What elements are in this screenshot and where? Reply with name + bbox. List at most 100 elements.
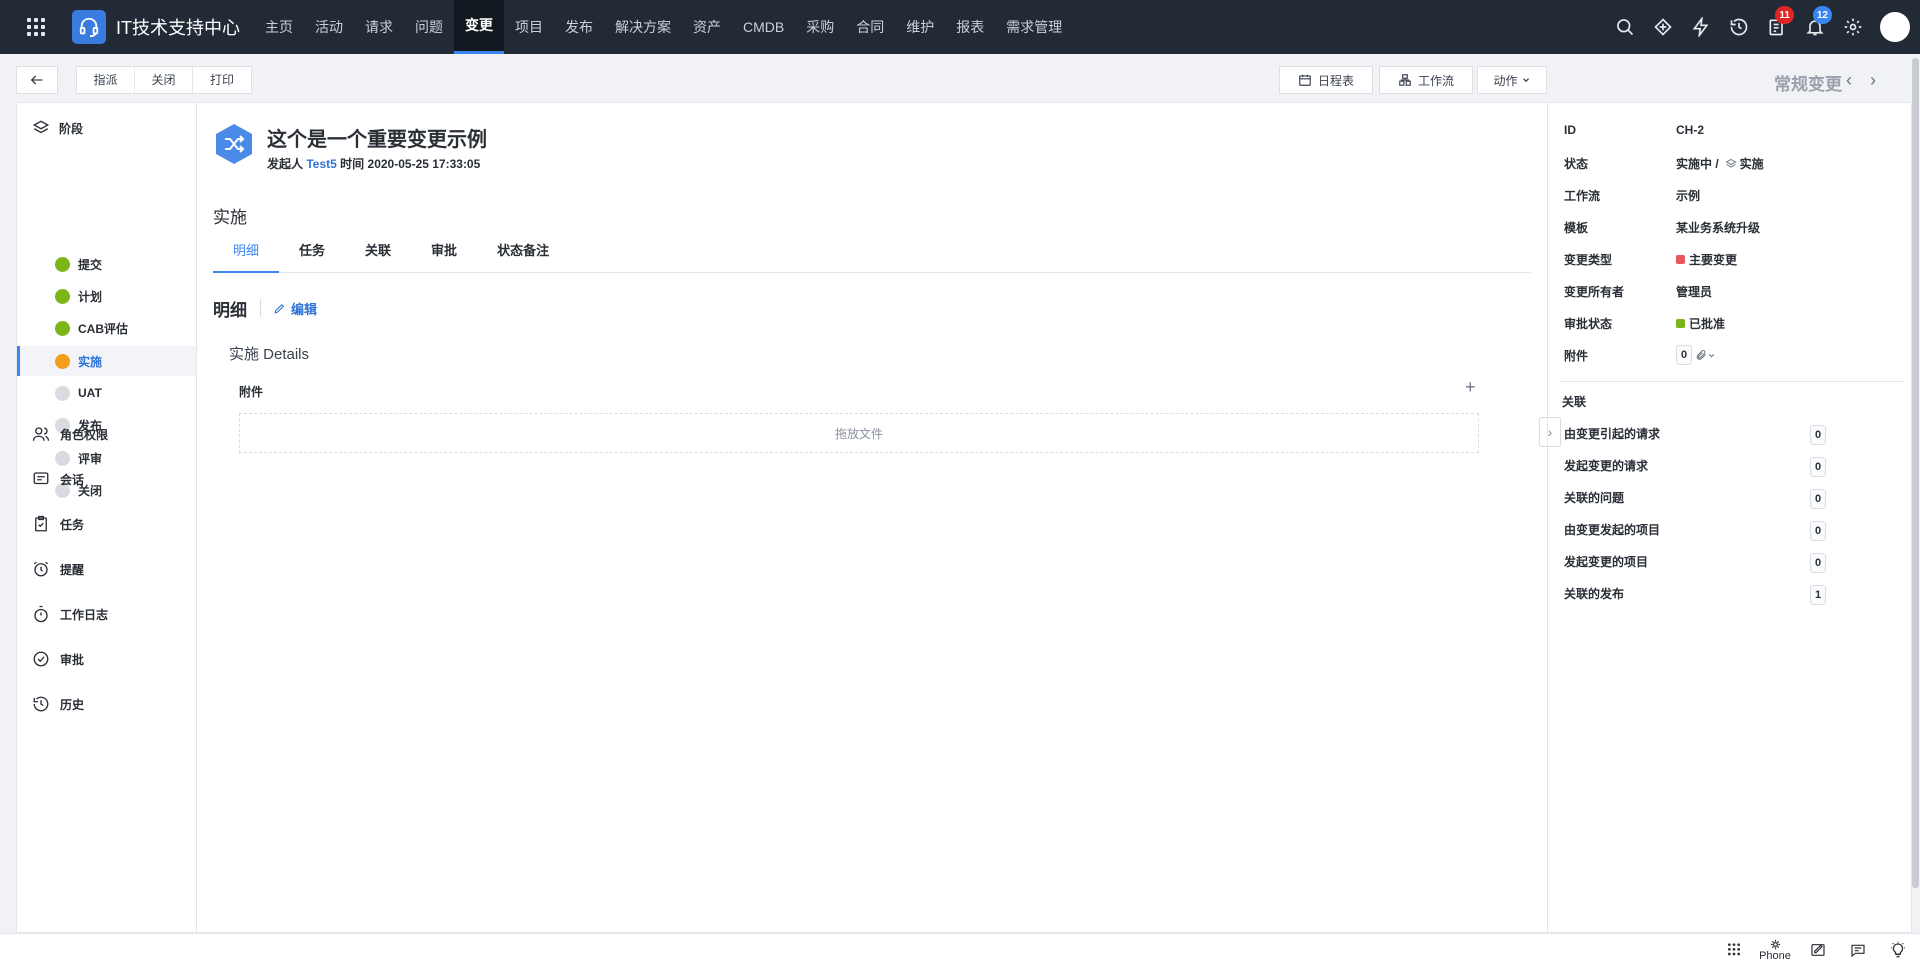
side-item-worklog[interactable]: 工作日志 <box>31 605 108 623</box>
tasks-icon[interactable]: 11 <box>1758 0 1796 54</box>
stage-label: 评审 <box>78 451 103 466</box>
nav-item-cmdb[interactable]: CMDB <box>732 0 795 54</box>
tab-details[interactable]: 明细 <box>213 231 280 273</box>
avatar[interactable] <box>1880 12 1910 42</box>
add-attachment-icon[interactable]: + <box>1465 377 1476 398</box>
prop-workflow-label: 工作流 <box>1564 189 1601 203</box>
relation-row[interactable]: 关联的问题 0 <box>1564 489 1826 509</box>
workflow-icon <box>1399 74 1411 86</box>
relation-row[interactable]: 发起变更的请求 0 <box>1564 457 1826 477</box>
tab-tasks[interactable]: 任务 <box>279 231 345 273</box>
nav-item-releases[interactable]: 发布 <box>554 0 604 54</box>
pencil-icon <box>274 303 285 314</box>
search-icon[interactable] <box>1606 0 1644 54</box>
prop-status-label: 状态 <box>1564 157 1589 171</box>
side-item-label: 会话 <box>60 472 85 487</box>
relations-header: 关联 <box>1562 395 1587 409</box>
stage-submit[interactable]: 提交 <box>17 249 196 279</box>
side-item-label: 任务 <box>60 517 85 532</box>
relation-row[interactable]: 由变更引起的请求 0 <box>1564 425 1826 445</box>
gear-icon <box>1770 939 1780 949</box>
nav-item-reports[interactable]: 报表 <box>945 0 995 54</box>
history-icon[interactable] <box>1720 0 1758 54</box>
change-type-title: 常规变更 <box>1774 75 1842 94</box>
nav-item-solutions[interactable]: 解决方案 <box>604 0 682 54</box>
notes-icon[interactable] <box>1806 938 1830 962</box>
close-button[interactable]: 关闭 <box>135 67 193 93</box>
print-button[interactable]: 打印 <box>193 67 251 93</box>
side-item-label: 角色权限 <box>60 427 109 442</box>
next-record-icon[interactable]: › <box>1870 70 1876 91</box>
nav-item-purchase[interactable]: 采购 <box>795 0 845 54</box>
tab-approvals[interactable]: 审批 <box>411 231 477 273</box>
current-phase-label: 实施 <box>213 208 247 227</box>
calendar-button[interactable]: 日程表 <box>1279 66 1373 94</box>
tab-relations[interactable]: 关联 <box>345 231 411 273</box>
app-grid-icon[interactable] <box>0 0 72 54</box>
assign-button[interactable]: 指派 <box>77 67 135 93</box>
prop-attachments-value[interactable]: 0 <box>1676 345 1716 365</box>
stage-review[interactable]: 评审 <box>17 443 196 473</box>
nav-item-demand[interactable]: 需求管理 <box>995 0 1073 54</box>
stage-implement[interactable]: 实施 <box>17 346 196 376</box>
relation-row[interactable]: 由变更发起的项目 0 <box>1564 521 1826 541</box>
chat-icon[interactable] <box>1846 938 1870 962</box>
quick-create-icon[interactable] <box>1644 0 1682 54</box>
relation-row[interactable]: 发起变更的项目 0 <box>1564 553 1826 573</box>
side-item-reminders[interactable]: 提醒 <box>31 560 84 578</box>
actions-dropdown[interactable]: 动作 <box>1477 66 1547 94</box>
prop-template-value: 某业务系统升级 <box>1676 221 1761 235</box>
gear-icon[interactable] <box>1834 0 1872 54</box>
side-item-history[interactable]: 历史 <box>31 695 84 713</box>
back-button[interactable] <box>16 66 58 94</box>
actions-label: 动作 <box>1493 73 1518 88</box>
brand[interactable]: IT技术支持中心 <box>72 0 254 54</box>
layers-icon <box>32 120 50 134</box>
side-item-approvals[interactable]: 审批 <box>31 650 84 668</box>
relation-row[interactable]: 关联的发布 1 <box>1564 585 1826 605</box>
prev-record-icon[interactable]: ‹ <box>1846 70 1852 91</box>
requester-link[interactable]: Test5 <box>306 157 336 171</box>
side-item-label: 审批 <box>60 652 85 667</box>
nav-item-contracts[interactable]: 合同 <box>845 0 895 54</box>
edit-button[interactable]: 编辑 <box>273 299 317 318</box>
created-time: 2020-05-25 17:33:05 <box>367 157 481 171</box>
nav-item-projects[interactable]: 项目 <box>504 0 554 54</box>
alarm-clock-icon <box>33 561 49 577</box>
nav-item-activities[interactable]: 活动 <box>304 0 354 54</box>
phone-button[interactable]: Phone <box>1754 938 1796 962</box>
lightning-icon[interactable] <box>1682 0 1720 54</box>
main-nav: 主页 活动 请求 问题 变更 项目 发布 解决方案 资产 CMDB 采购 合同 … <box>254 0 1073 54</box>
page-scrollbar[interactable] <box>1912 58 1919 888</box>
change-meta: 发起人 Test5 时间 2020-05-25 17:33:05 <box>267 155 480 172</box>
lightbulb-icon[interactable] <box>1886 938 1910 962</box>
stage-uat[interactable]: UAT <box>17 378 196 408</box>
dialpad-icon[interactable] <box>1722 938 1746 962</box>
properties-divider <box>1560 381 1904 382</box>
stages-header[interactable]: 阶段 <box>31 119 83 137</box>
file-dropzone[interactable]: 拖放文件 <box>239 413 1479 453</box>
nav-item-home[interactable]: 主页 <box>254 0 304 54</box>
nav-item-requests[interactable]: 请求 <box>354 0 404 54</box>
side-item-roles[interactable]: 角色权限 <box>31 425 108 443</box>
relation-count: 0 <box>1810 425 1826 445</box>
arrow-left-icon <box>30 75 43 85</box>
side-item-tasks[interactable]: 任务 <box>31 515 84 533</box>
workflow-button[interactable]: 工作流 <box>1379 66 1473 94</box>
prop-approval-label: 审批状态 <box>1564 317 1613 331</box>
paperclip-icon <box>1696 350 1706 360</box>
stage-cab[interactable]: CAB评估 <box>17 313 196 343</box>
side-item-conversations[interactable]: 会话 <box>31 470 84 488</box>
history-icon <box>33 696 49 712</box>
tab-status-notes[interactable]: 状态备注 <box>477 231 569 273</box>
app-title: IT技术支持中心 <box>116 18 240 38</box>
stage-plan[interactable]: 计划 <box>17 281 196 311</box>
nav-item-problems[interactable]: 问题 <box>404 0 454 54</box>
nav-item-assets[interactable]: 资产 <box>682 0 732 54</box>
nav-item-maintenance[interactable]: 维护 <box>895 0 945 54</box>
edit-label: 编辑 <box>291 302 318 317</box>
nav-item-changes[interactable]: 变更 <box>454 0 504 54</box>
time-label: 时间 <box>340 157 365 171</box>
bell-icon[interactable]: 12 <box>1796 0 1834 54</box>
relation-label: 发起变更的项目 <box>1564 555 1649 569</box>
